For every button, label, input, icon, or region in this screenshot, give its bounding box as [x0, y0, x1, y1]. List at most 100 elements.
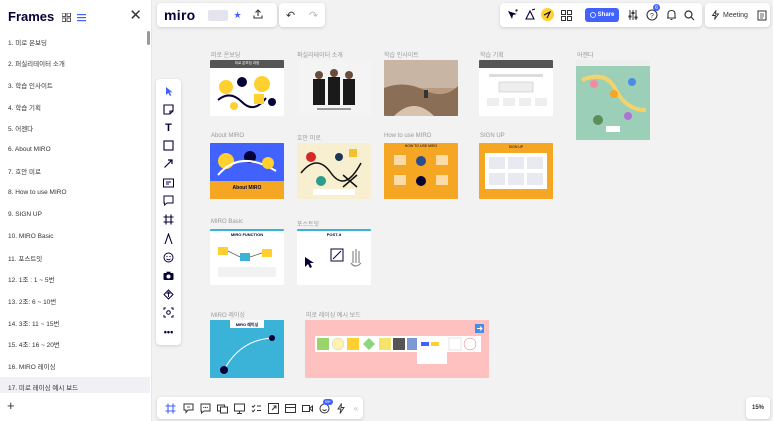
timer-icon[interactable] [524, 8, 537, 26]
frame-tool-icon[interactable] [162, 213, 175, 226]
history-controls: ↶ ↷ [279, 3, 325, 27]
frame-inner-title: MIRO FUNCTION [230, 232, 264, 237]
frame-list-item[interactable]: 5. 어젠다 [0, 117, 150, 139]
frame-list-item[interactable]: 12. 1조 : 1 ~ 5번 [0, 269, 150, 291]
pen-icon[interactable] [162, 232, 175, 245]
meeting-button[interactable]: Meeting [705, 3, 770, 27]
frame-signup[interactable]: SIGN UP [479, 143, 553, 199]
frame-plan[interactable] [479, 60, 553, 116]
miro-function-board [210, 229, 284, 277]
cards-icon[interactable] [284, 402, 296, 414]
emoji-icon[interactable] [162, 251, 175, 264]
video-icon[interactable] [301, 402, 313, 414]
frame-list-item[interactable]: 7. 호안 미로 [0, 161, 150, 183]
star-icon[interactable]: ★ [234, 10, 242, 21]
embed-icon[interactable] [267, 402, 279, 414]
frame-inner-title: SIGN UP [508, 145, 524, 149]
power-ups-icon[interactable] [335, 402, 347, 414]
more-tools-icon[interactable]: ••• [162, 325, 175, 338]
frame-inner-title: MIRO 레이싱 [235, 322, 259, 327]
frame-list-item[interactable]: 8. How to use MIRO [0, 182, 150, 204]
howto-illustration [384, 143, 458, 199]
frame-title: 미로 온보딩 [211, 53, 241, 59]
screen-share-icon[interactable] [216, 402, 228, 414]
frame-list-item[interactable]: 16. MIRO 레이싱 [0, 355, 150, 377]
bell-icon[interactable] [666, 8, 677, 26]
frame-facilitator[interactable] [297, 60, 371, 116]
frame-list-item[interactable]: 15. 4조: 16 ~ 20번 [0, 333, 150, 355]
bottom-toolbar: 99+ « [157, 397, 363, 419]
frame-list-item[interactable]: 1. 미로 온보딩 [0, 31, 150, 53]
frame-inner-title: 미로 온보딩 과정 [234, 61, 260, 65]
text-tool-icon[interactable]: T [162, 121, 175, 134]
frames-panel-title: Frames [8, 8, 55, 24]
frame-title: About MIRO [211, 133, 245, 139]
plan-document [479, 60, 553, 106]
frame-list-item[interactable]: 2. 퍼실리테이터 소개 [0, 53, 150, 75]
frame-postit[interactable]: POST-it [297, 229, 371, 285]
frame-racing-example[interactable] [305, 320, 489, 378]
share-button[interactable]: Share [585, 8, 619, 22]
select-cursor-icon[interactable] [162, 85, 175, 98]
frame-list-item[interactable]: 17. 미로 레이싱 예시 보드 [0, 376, 150, 393]
frame-list-item[interactable]: 4. 학습 기획 [0, 96, 150, 118]
frame-title: 호안 미로 [297, 136, 321, 142]
connector-arrow-icon[interactable] [162, 157, 175, 170]
frame-miro-basic[interactable]: MIRO FUNCTION [210, 229, 284, 285]
frame-joan-miro[interactable] [297, 143, 371, 199]
frame-list-item[interactable]: 3. 학습 인사이트 [0, 74, 150, 96]
view-toggle [61, 9, 86, 27]
frame-racing[interactable]: MIRO 레이싱 [210, 320, 284, 378]
frames-panel-header: Frames ✕ [0, 0, 151, 32]
search-icon[interactable] [684, 8, 695, 26]
reactions-count-badge: 99+ [323, 399, 333, 405]
chat-icon[interactable] [199, 402, 211, 414]
frame-list-item[interactable]: 13. 2조: 6 ~ 10번 [0, 290, 150, 312]
notes-icon[interactable] [757, 10, 767, 21]
collapse-chevron-icon[interactable]: « [350, 402, 362, 414]
comment-icon[interactable] [162, 194, 175, 207]
frame-about[interactable]: About MIRO [210, 143, 284, 199]
grid-view-icon[interactable] [61, 9, 71, 27]
frames-panel: Frames ✕ 1. 미로 온보딩 2. 퍼실리테이터 소개 3. 학습 인사… [0, 0, 152, 421]
close-icon[interactable]: ✕ [129, 8, 142, 23]
frame-list-item[interactable]: 10. MIRO Basic [0, 225, 150, 247]
shape-icon[interactable] [162, 139, 175, 152]
frame-agenda[interactable] [576, 60, 650, 140]
undo-icon[interactable]: ↶ [286, 9, 295, 22]
redo-icon[interactable]: ↷ [309, 9, 318, 22]
frames-list-scrollbar[interactable] [147, 31, 150, 45]
frame-onboarding[interactable]: 미로 온보딩 과정 [210, 60, 284, 116]
apps-grid-icon[interactable] [561, 8, 572, 26]
ai-assist-icon[interactable] [162, 306, 175, 319]
voting-icon[interactable] [540, 7, 555, 27]
board-name[interactable] [207, 9, 228, 21]
sticky-note-icon[interactable] [162, 103, 175, 116]
list-view-icon[interactable] [77, 9, 86, 27]
frame-list-item[interactable]: 9. SIGN UP [0, 204, 150, 226]
settings-sliders-icon[interactable] [627, 8, 639, 26]
zoom-level[interactable]: 15% [746, 397, 770, 419]
upload-icon[interactable] [162, 288, 175, 301]
checklist-icon[interactable] [250, 402, 262, 414]
frame-howto[interactable]: HOW TO USE MIRO [384, 143, 458, 199]
frame-title: MIRO 레이싱 [211, 313, 245, 319]
export-icon[interactable] [253, 6, 263, 24]
comments-icon[interactable] [182, 402, 194, 414]
add-frame-icon[interactable]: + [7, 399, 15, 412]
camera-icon[interactable] [162, 269, 175, 282]
miro-logo[interactable]: miro [164, 7, 196, 23]
frame-list-item[interactable]: 14. 3조: 11 ~ 15번 [0, 312, 150, 334]
frames-list: 1. 미로 온보딩 2. 퍼실리테이터 소개 3. 학습 인사이트 4. 학습 … [0, 31, 150, 393]
agenda-map [576, 60, 650, 140]
card-icon[interactable] [162, 176, 175, 189]
frame-list-item[interactable]: 11. 포스트잇 [0, 247, 150, 269]
frame-list-item[interactable]: 6. About MIRO [0, 139, 150, 161]
reactions-icon[interactable] [506, 8, 519, 26]
frame-title: How to use MIRO [384, 133, 432, 139]
frames-icon[interactable] [164, 402, 176, 414]
insight-landscape [384, 60, 458, 116]
frame-title: 퍼실리테이터 소개 [297, 53, 343, 59]
frame-insight[interactable] [384, 60, 458, 116]
presentation-icon[interactable] [233, 402, 245, 414]
